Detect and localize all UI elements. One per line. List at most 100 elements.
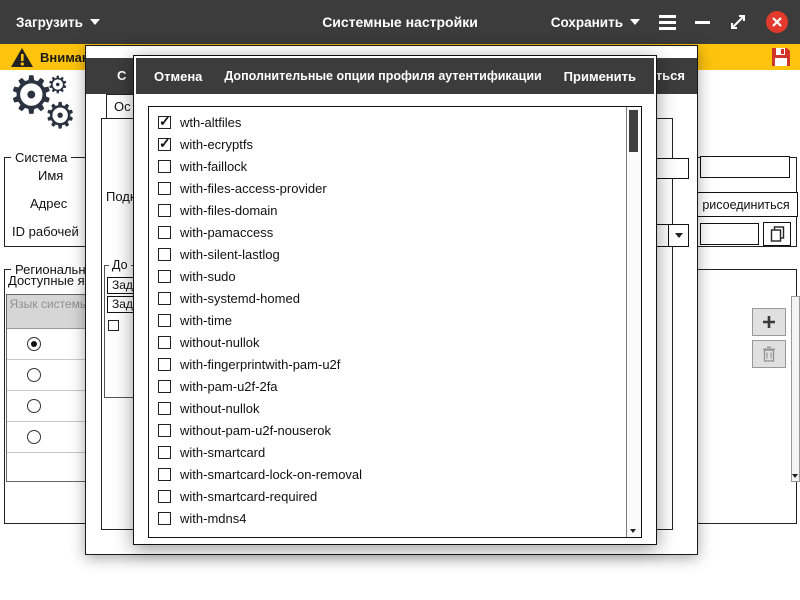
option-label: without-nullok (180, 401, 260, 416)
option-row[interactable]: with-smartcard-lock-on-removal (158, 463, 626, 485)
name-label: Имя (38, 168, 63, 183)
available-languages-label: Доступные я (8, 273, 85, 288)
option-row[interactable]: with-smartcard (158, 441, 626, 463)
option-row[interactable]: with-smartcard-required (158, 485, 626, 507)
checkbox-icon[interactable] (158, 446, 171, 459)
gear-tiny-icon: ⚙ (47, 74, 69, 98)
checkbox-icon[interactable] (158, 270, 171, 283)
apply-button[interactable]: Применить (564, 69, 636, 84)
option-label: with-pam-u2f-2fa (180, 379, 278, 394)
save-menu-button[interactable]: Сохранить (551, 15, 640, 30)
add-language-button[interactable] (752, 308, 786, 336)
checkbox-icon[interactable] (158, 226, 171, 239)
option-label: without-pam-u2f-nouserok (180, 423, 331, 438)
save-menu-label: Сохранить (551, 15, 623, 30)
checkbox-icon[interactable] (158, 336, 171, 349)
option-row[interactable]: with-systemd-homed (158, 287, 626, 309)
radio-selected-icon[interactable] (27, 337, 41, 351)
combo-arrow-button[interactable] (668, 225, 688, 246)
option-list-scrollbar[interactable] (626, 107, 641, 537)
language-list-scrollbar[interactable] (791, 296, 800, 482)
connection-label: Подк (106, 189, 136, 204)
radio-icon[interactable] (27, 368, 41, 382)
option-checkbox[interactable] (108, 320, 119, 331)
auth-options-dialog-header: Отмена Дополнительные опции профиля ауте… (136, 58, 654, 94)
option-row[interactable]: with-time (158, 309, 626, 331)
copy-button[interactable] (763, 222, 791, 246)
option-label: with-time (180, 313, 232, 328)
cancel-button[interactable]: Отмена (154, 69, 202, 84)
option-list: wth-altfiles with-ecryptfs with-faillock wi… (148, 106, 642, 538)
option-label: wth-altfiles (180, 115, 241, 130)
option-row[interactable]: without-nullok (158, 331, 626, 353)
expand-button[interactable] (729, 13, 747, 31)
load-menu-button[interactable]: Загрузить (16, 0, 100, 44)
checkbox-icon[interactable] (158, 380, 171, 393)
checkbox-icon[interactable] (158, 314, 171, 327)
checkbox-checked-icon[interactable] (158, 138, 171, 151)
gear-small-icon: ⚙ (44, 98, 76, 134)
checkbox-icon[interactable] (158, 424, 171, 437)
option-row[interactable]: without-pam-u2f-nouserok (158, 419, 626, 441)
close-icon (772, 17, 782, 27)
option-row[interactable]: with-pam-u2f-2fa (158, 375, 626, 397)
option-label: with-fingerprintwith-pam-u2f (180, 357, 340, 372)
minimize-button[interactable] (695, 21, 710, 24)
name-input[interactable] (700, 156, 790, 178)
checkbox-icon[interactable] (158, 402, 171, 415)
scroll-down-icon[interactable] (792, 474, 798, 478)
option-label: with-smartcard-required (180, 489, 317, 504)
option-row[interactable]: with-fingerprintwith-pam-u2f (158, 353, 626, 375)
checkbox-icon[interactable] (158, 204, 171, 217)
auth-options-dialog: Отмена Дополнительные опции профиля ауте… (133, 55, 657, 545)
system-group-label: Система (11, 150, 71, 165)
option-row[interactable]: with-faillock (158, 155, 626, 177)
radio-icon[interactable] (27, 399, 41, 413)
checkbox-icon[interactable] (158, 292, 171, 305)
workstation-id-label: ID рабочей (12, 224, 79, 239)
option-label: with-smartcard-lock-on-removal (180, 467, 362, 482)
workstation-id-input[interactable] (700, 223, 759, 245)
checkbox-checked-icon[interactable] (158, 116, 171, 129)
option-list-rows: wth-altfiles with-ecryptfs with-faillock wi… (149, 107, 626, 537)
chevron-down-icon (630, 19, 640, 25)
copy-icon (770, 226, 785, 242)
option-label: with-silent-lastlog (180, 247, 280, 262)
combo-arrow-icon (675, 233, 683, 238)
trash-icon (762, 346, 776, 362)
option-label: with-mdns4 (180, 511, 246, 526)
delete-language-button[interactable] (752, 340, 786, 368)
menu-icon[interactable] (659, 15, 676, 30)
dialog-title: Дополнительные опции профиля аутентифика… (214, 69, 551, 83)
option-label: with-faillock (180, 159, 247, 174)
option-label: with-systemd-homed (180, 291, 300, 306)
option-row[interactable]: with-sudo (158, 265, 626, 287)
save-file-icon[interactable] (770, 46, 792, 68)
scrollbar-thumb[interactable] (629, 110, 638, 152)
scroll-down-icon[interactable] (630, 529, 636, 533)
option-row[interactable]: with-pamaccess (158, 221, 626, 243)
option-label: with-sudo (180, 269, 236, 284)
checkbox-icon[interactable] (158, 248, 171, 261)
option-row[interactable]: with-mdns4 (158, 507, 626, 529)
option-row[interactable]: with-files-access-provider (158, 177, 626, 199)
checkbox-icon[interactable] (158, 512, 171, 525)
option-row[interactable]: wth-altfiles (158, 111, 626, 133)
checkbox-icon[interactable] (158, 490, 171, 503)
join-button[interactable]: рисоединиться (694, 192, 798, 217)
checkbox-icon[interactable] (158, 182, 171, 195)
option-row[interactable]: with-silent-lastlog (158, 243, 626, 265)
checkbox-icon[interactable] (158, 468, 171, 481)
address-label: Адрес (30, 196, 67, 211)
option-label: without-nullok (180, 335, 260, 350)
close-button[interactable] (766, 11, 788, 33)
header-left-text-fragment[interactable]: С (117, 68, 126, 83)
option-row[interactable]: with-ecryptfs (158, 133, 626, 155)
checkbox-icon[interactable] (158, 358, 171, 371)
warning-icon (10, 47, 34, 68)
option-row[interactable]: without-nullok (158, 397, 626, 419)
checkbox-icon[interactable] (158, 160, 171, 173)
titlebar: Загрузить Системные настройки Сохранить (0, 0, 800, 44)
radio-icon[interactable] (27, 430, 41, 444)
option-row[interactable]: with-files-domain (158, 199, 626, 221)
